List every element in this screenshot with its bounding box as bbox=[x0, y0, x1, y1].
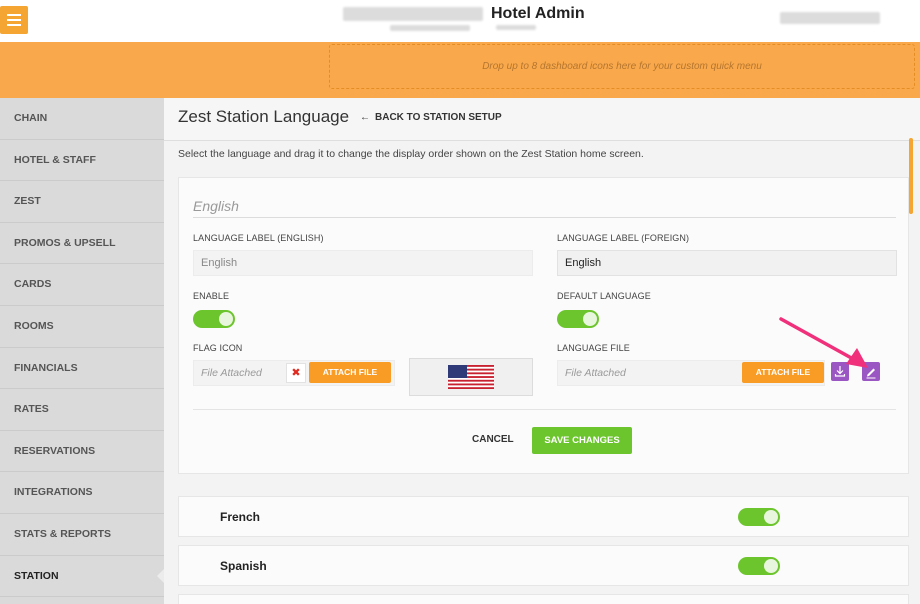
sidebar-item-rates[interactable]: RATES bbox=[0, 389, 164, 431]
hamburger-menu-button[interactable] bbox=[0, 6, 28, 34]
sidebar-item-reservations[interactable]: RESERVATIONS bbox=[0, 431, 164, 473]
language-attach-file-button[interactable]: ATTACH FILE bbox=[742, 362, 824, 383]
back-link-label: BACK TO STATION SETUP bbox=[375, 112, 502, 123]
page-description: Select the language and drag it to chang… bbox=[178, 148, 644, 160]
quick-menu-bar: Drop up to 8 dashboard icons here for yo… bbox=[0, 42, 920, 98]
hamburger-icon bbox=[7, 14, 21, 16]
spanish-enable-toggle[interactable] bbox=[738, 557, 780, 575]
us-flag-icon bbox=[448, 365, 494, 389]
sidebar-item-rooms[interactable]: ROOMS bbox=[0, 306, 164, 348]
cancel-button[interactable]: CANCEL bbox=[472, 434, 514, 445]
enable-label: ENABLE bbox=[193, 291, 230, 301]
language-name: French bbox=[220, 510, 261, 524]
language-label-english-input[interactable]: English bbox=[193, 250, 533, 276]
download-icon bbox=[834, 366, 846, 377]
sidebar-item-zest[interactable]: ZEST bbox=[0, 181, 164, 223]
dropzone-placeholder: Drop up to 8 dashboard icons here for yo… bbox=[482, 61, 762, 72]
language-label-foreign-input[interactable]: English bbox=[557, 250, 897, 276]
sidebar-item-hotel-staff[interactable]: HOTEL & STAFF bbox=[0, 140, 164, 182]
french-enable-toggle[interactable] bbox=[738, 508, 780, 526]
language-card-english: English LANGUAGE LABEL (ENGLISH) English… bbox=[178, 177, 909, 474]
scrollbar-thumb[interactable] bbox=[909, 138, 913, 214]
divider bbox=[193, 409, 896, 410]
blurred-hotel-subtitle bbox=[390, 25, 470, 31]
language-file-label: LANGUAGE FILE bbox=[557, 343, 630, 353]
default-language-toggle[interactable] bbox=[557, 310, 599, 328]
blurred-user-info[interactable] bbox=[780, 12, 880, 24]
sidebar-item-financials[interactable]: FINANCIALS bbox=[0, 348, 164, 390]
language-file-download-button[interactable] bbox=[831, 362, 849, 381]
sidebar-item-cards[interactable]: CARDS bbox=[0, 264, 164, 306]
enable-toggle[interactable] bbox=[193, 310, 235, 328]
blurred-hotel-code bbox=[496, 25, 536, 30]
app-title: Hotel Admin bbox=[491, 5, 585, 22]
default-language-label: DEFAULT LANGUAGE bbox=[557, 291, 651, 301]
label-english-label: LANGUAGE LABEL (ENGLISH) bbox=[193, 233, 324, 243]
language-card-title: English bbox=[193, 198, 239, 214]
sidebar-item-chain[interactable]: CHAIN bbox=[0, 98, 164, 140]
pencil-icon bbox=[866, 368, 876, 379]
language-file-edit-button[interactable] bbox=[862, 362, 880, 381]
language-name: Spanish bbox=[220, 559, 267, 573]
main-content: Zest Station Language ← BACK TO STATION S… bbox=[164, 98, 920, 604]
remove-x-icon[interactable]: ✖ bbox=[286, 363, 306, 383]
language-row-next[interactable] bbox=[178, 594, 909, 604]
page-header: Zest Station Language ← BACK TO STATION S… bbox=[164, 98, 920, 141]
sidebar-item-integrations[interactable]: INTEGRATIONS bbox=[0, 472, 164, 514]
sidebar-item-stats-reports[interactable]: STATS & REPORTS bbox=[0, 514, 164, 556]
back-to-station-setup-link[interactable]: ← BACK TO STATION SETUP bbox=[360, 112, 502, 123]
flag-attach-file-button[interactable]: ATTACH FILE bbox=[309, 362, 391, 383]
flag-icon-label: FLAG ICON bbox=[193, 343, 243, 353]
quick-menu-dropzone[interactable]: Drop up to 8 dashboard icons here for yo… bbox=[329, 44, 915, 89]
divider bbox=[193, 217, 896, 218]
sidebar-item-station[interactable]: STATION bbox=[0, 556, 164, 598]
flag-preview bbox=[409, 358, 533, 396]
arrow-left-icon: ← bbox=[360, 112, 370, 123]
page-title: Zest Station Language bbox=[178, 107, 350, 126]
save-changes-button[interactable]: SAVE CHANGES bbox=[532, 427, 632, 454]
language-row-spanish[interactable]: Spanish bbox=[178, 545, 909, 586]
language-row-french[interactable]: French bbox=[178, 496, 909, 537]
top-header: Hotel Admin bbox=[0, 0, 920, 42]
sidebar-item-promos-upsell[interactable]: PROMOS & UPSELL bbox=[0, 223, 164, 265]
blurred-hotel-name bbox=[343, 7, 483, 21]
label-foreign-label: LANGUAGE LABEL (FOREIGN) bbox=[557, 233, 690, 243]
sidebar: CHAIN HOTEL & STAFF ZEST PROMOS & UPSELL… bbox=[0, 98, 164, 604]
